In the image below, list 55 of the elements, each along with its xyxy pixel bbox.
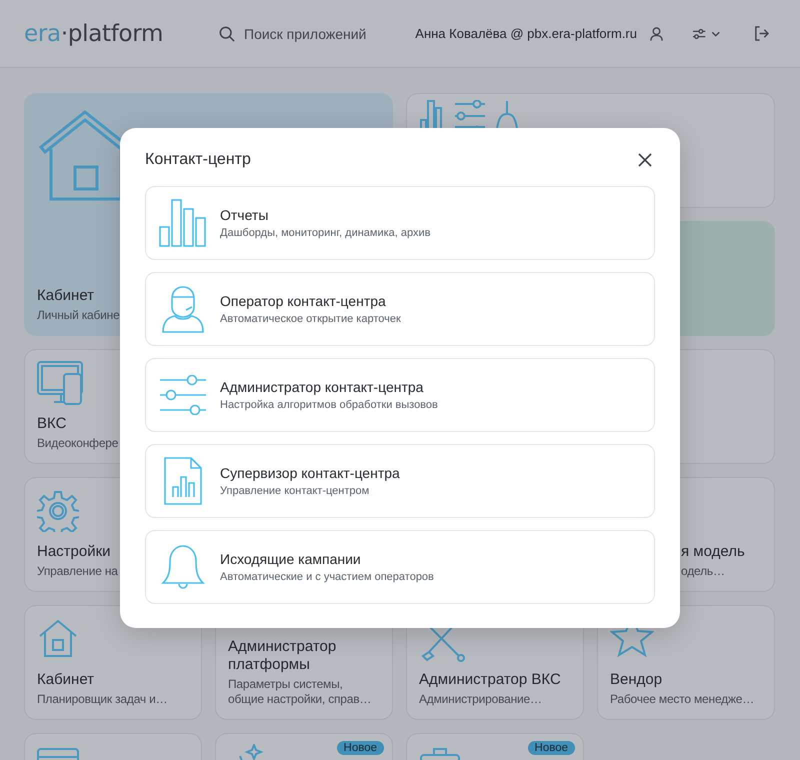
- app-description: Личный кабине: [37, 308, 120, 323]
- briefcase-icon: [419, 748, 461, 760]
- app-title: Администратор ВКС: [419, 671, 561, 689]
- app-card[interactable]: Вендор Рабочее место менедже…: [597, 605, 775, 720]
- bell-icon: [160, 543, 206, 591]
- option-title: Исходящие кампании: [220, 551, 361, 567]
- contact-center-icon: [419, 100, 519, 128]
- option-title: Отчеты: [220, 207, 268, 223]
- app-option[interactable]: Отчеты Дашборды, мониторинг, динамика, архив: [145, 186, 655, 260]
- app-title: ВКС: [37, 415, 66, 433]
- app-title: Вендор: [610, 671, 662, 689]
- user-account[interactable]: Анна Ковалёва @ pbx.era-platform.ru: [415, 26, 637, 41]
- app-card[interactable]: Новое: [215, 733, 393, 760]
- app-title: я модель: [681, 543, 745, 561]
- logout-icon[interactable]: [754, 26, 769, 41]
- app-option[interactable]: Супервизор контакт-центра Управление контакт-центром: [145, 444, 655, 518]
- house-icon: [37, 618, 79, 660]
- option-title: Супервизор контакт-центра: [220, 465, 400, 481]
- app-description: Администрирование…: [419, 692, 542, 707]
- option-description: Автоматические и с участием операторов: [220, 571, 434, 583]
- devices-icon: [37, 360, 85, 406]
- option-title: Оператор контакт-центра: [220, 293, 386, 309]
- app-description: Параметры системы, общие настройки, справ…: [228, 677, 372, 707]
- search-field[interactable]: Поиск приложений: [244, 26, 366, 42]
- user-icon[interactable]: [649, 26, 664, 42]
- app-title: Кабинет: [37, 671, 94, 689]
- card-icon: [37, 748, 79, 760]
- new-badge: Новое: [528, 741, 575, 755]
- dialog-title: Контакт-центр: [145, 151, 251, 169]
- app-description: Планировщик задач и…: [37, 692, 168, 707]
- app-description: Управление на: [37, 564, 118, 579]
- app-description: Рабочее место менедже…: [610, 692, 754, 707]
- option-description: Автоматическое открытие карточек: [220, 313, 401, 325]
- option-title: Администратор контакт-центра: [220, 379, 424, 395]
- option-description: Настройка алгоритмов обработки вызовов: [220, 399, 438, 411]
- new-badge: Новое: [336, 741, 384, 755]
- logo[interactable]: era·platform: [24, 20, 219, 46]
- app-title: Настройки: [37, 543, 111, 561]
- operator-headset-icon: [159, 285, 207, 333]
- app-description: одель…: [681, 564, 725, 579]
- gear-icon: [37, 490, 79, 532]
- bar-chart-icon: [159, 199, 207, 247]
- app-card[interactable]: Кабинет Планировщик задач и…: [24, 605, 202, 720]
- app-title: Кабинет: [37, 287, 94, 305]
- search-icon[interactable]: [219, 26, 235, 42]
- app-option[interactable]: Исходящие кампании Автоматические и с участием операторов: [145, 530, 655, 604]
- sliders-icon: [159, 375, 207, 415]
- app-description: Видеоконфере: [37, 436, 118, 451]
- app-option[interactable]: Оператор контакт-центра Автоматическое открытие карточек: [145, 272, 655, 346]
- option-description: Управление контакт-центром: [220, 485, 370, 497]
- app-title: Администратор платформы: [228, 638, 338, 674]
- option-description: Дашборды, мониторинг, динамика, архив: [220, 227, 431, 239]
- document-chart-icon: [163, 457, 203, 505]
- app-option[interactable]: Администратор контакт-центра Настройка алгоритмов обработки вызовов: [145, 358, 655, 432]
- app-card[interactable]: Новое: [406, 733, 584, 760]
